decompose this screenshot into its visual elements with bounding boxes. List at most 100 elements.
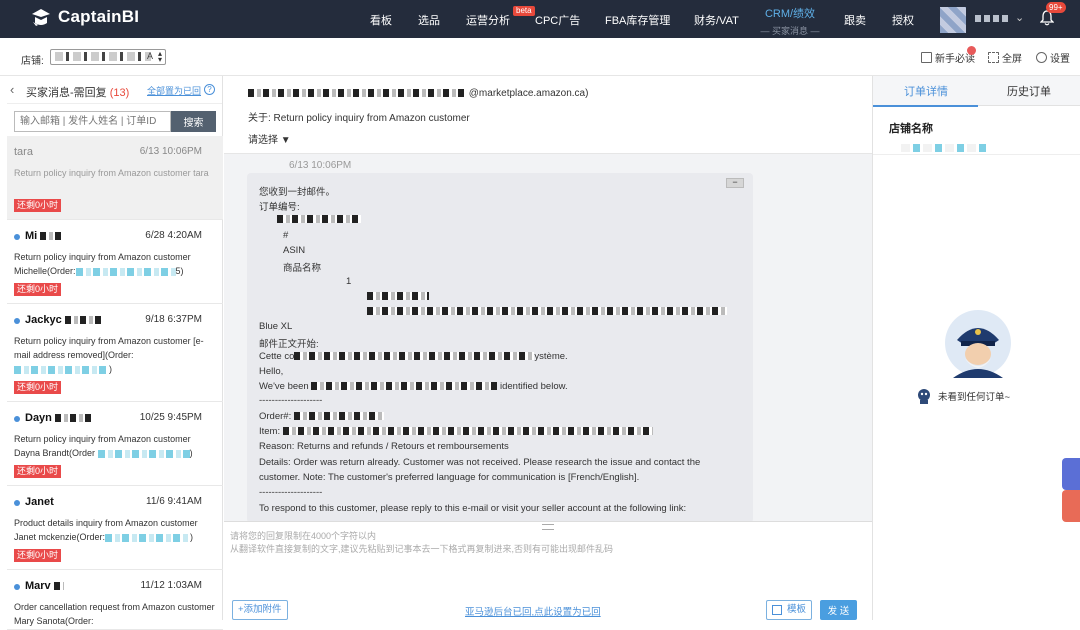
shop-select[interactable]: A ▴ ▾ (50, 49, 166, 65)
template-button[interactable]: 模板 (766, 600, 812, 620)
time-left-badge: 还剩0小时 (14, 465, 62, 478)
shop-select-suffix: A (147, 51, 154, 61)
message-date: 11/6 9:41AM (146, 496, 202, 507)
body-line: Blue XL (259, 321, 293, 332)
gift-icon[interactable] (1062, 490, 1080, 522)
captain-logo-icon (30, 6, 52, 28)
message-snippet: Return policy inquiry from Amazon custom… (14, 434, 193, 458)
gear-icon (1036, 52, 1047, 63)
message-timestamp: 6/13 10:06PM (289, 160, 352, 171)
body-line: # (283, 230, 289, 241)
shop-select-value (55, 52, 151, 61)
list-item[interactable]: Janet 11/6 9:41AM Product details inquir… (7, 486, 223, 570)
fullscreen-icon (988, 52, 999, 63)
message-snippet: Return policy inquiry from Amazon custom… (14, 168, 209, 178)
settings-button[interactable]: 设置 (1036, 50, 1070, 65)
nav-authorization[interactable]: 授权 (892, 12, 914, 28)
collapse-button[interactable]: − (726, 178, 744, 188)
body-line: -------------------- (259, 487, 323, 498)
shop-label: 店铺: (21, 56, 44, 67)
order-tabs: 订单详情 历史订单 (873, 76, 1080, 107)
body-line: Order#: (259, 411, 384, 422)
body-line: 商品名称 (283, 263, 322, 274)
add-attachment-button[interactable]: +添加附件 (232, 600, 288, 620)
mark-all-replied-link[interactable]: 全部置为已回 (147, 84, 201, 97)
nav-finance-vat[interactable]: 财务/VAT (694, 12, 739, 28)
unread-count: (13) (109, 87, 130, 99)
nav-follow-sell[interactable]: 跟卖 (844, 12, 866, 28)
body-line: Hello, (259, 366, 284, 377)
reply-box[interactable]: 请将您的回复限制在4000个字符以内 从翻译软件直接复制的文字,建议先粘贴到记事… (224, 521, 872, 620)
tab-order-history[interactable]: 历史订单 (1007, 83, 1051, 99)
message-list: tara 6/13 10:06PM Return policy inquiry … (7, 136, 223, 630)
robot-icon (916, 387, 932, 405)
chevron-down-icon[interactable]: ⌄ (1015, 11, 1024, 24)
message-detail-panel: @marketplace.amazon.ca) 关于: Return polic… (224, 76, 872, 620)
unread-dot-icon (14, 234, 20, 240)
sender-name: Jackyc (25, 314, 103, 326)
updown-arrow-icon: ▴ ▾ (157, 49, 162, 64)
resize-handle-icon[interactable] (542, 524, 554, 530)
notification-badge: 99+ (1046, 2, 1066, 13)
nav-crm[interactable]: CRM/绩效 — 买家消息 — (757, 5, 823, 37)
empty-orders-message: 未看到任何订单~ (917, 387, 1010, 405)
shop-name-value (901, 144, 989, 152)
message-date: 9/18 6:37PM (145, 314, 202, 325)
fullscreen-button[interactable]: 全屏 (988, 50, 1022, 65)
message-snippet: Order cancellation request from Amazon c… (14, 602, 215, 626)
nav-product-selection[interactable]: 选品 (418, 12, 440, 28)
message-date: 11/12 1:03AM (140, 580, 202, 591)
list-item[interactable]: tara 6/13 10:06PM Return policy inquiry … (7, 136, 223, 220)
mail-recipient: @marketplace.amazon.ca) (248, 88, 588, 99)
reply-hint: 从翻译软件直接复制的文字,建议先粘贴到记事本去一下格式再复制进来,否则有可能出现… (230, 544, 614, 554)
time-left-badge: 还剩0小时 (14, 381, 62, 394)
search-button[interactable]: 搜索 (171, 111, 216, 132)
sender-name: Dayn (25, 412, 91, 424)
body-line: 订单编号: (259, 202, 300, 213)
caret-down-icon: ▼ (280, 135, 291, 146)
active-tab-indicator (873, 105, 978, 107)
search-bar: 搜索 (14, 111, 216, 132)
shop-name-label: 店铺名称 (889, 123, 933, 135)
body-line-redacted (367, 291, 429, 302)
unread-dot-icon (14, 584, 20, 590)
avatar[interactable] (940, 7, 966, 33)
body-line-redacted (367, 306, 727, 317)
nav-fba-inventory[interactable]: FBA库存管理 (605, 12, 670, 28)
app-logo[interactable]: CaptainBI (30, 6, 139, 28)
time-left-badge: 还剩0小时 (14, 283, 62, 296)
body-line: To respond to this customer, please repl… (259, 503, 687, 514)
search-input[interactable] (14, 111, 171, 132)
headset-icon[interactable] (1062, 458, 1080, 490)
nav-operations-analysis[interactable]: 运营分析 (466, 12, 510, 28)
nav-dashboard[interactable]: 看板 (370, 12, 392, 28)
send-button[interactable]: 发 送 (820, 600, 857, 620)
message-snippet: Return policy inquiry from Amazon custom… (14, 252, 191, 276)
list-item[interactable]: Dayn 10/25 9:45PM Return policy inquiry … (7, 402, 223, 486)
top-navbar: CaptainBI 看板 选品 运营分析 beta CPC广告 FBA库存管理 … (0, 0, 1080, 38)
body-line: customer. Note: The customer's preferred… (259, 472, 640, 483)
crm-label: CRM/绩效 (764, 8, 816, 20)
message-list-header: ‹ 买家消息-需回复 (13) 全部置为已回 ? (7, 76, 222, 104)
category-select[interactable]: 请选择 ▼ (248, 131, 291, 146)
fullscreen-label: 全屏 (1002, 54, 1022, 65)
sender-name: tara (14, 146, 33, 158)
help-icon[interactable]: ? (204, 84, 215, 95)
time-left-badge: 还剩0小时 (14, 199, 62, 212)
mark-replied-link[interactable]: 亚马逊后台已回,点此设置为已回 (465, 604, 601, 618)
body-line: ASIN (283, 245, 306, 256)
back-arrow-icon[interactable]: ‹ (10, 82, 14, 97)
mail-subject: 关于: Return policy inquiry from Amazon cu… (248, 113, 470, 124)
body-line: 邮件正文开始: (259, 339, 319, 350)
tab-order-details[interactable]: 订单详情 (904, 83, 948, 99)
message-date: 10/25 9:45PM (139, 412, 202, 423)
order-panel: 订单详情 历史订单 店铺名称 未看到任何订单~ (872, 76, 1080, 620)
body-line: -------------------- (259, 395, 323, 406)
list-title: 买家消息-需回复 (13) (26, 87, 130, 99)
message-list-panel: ‹ 买家消息-需回复 (13) 全部置为已回 ? 搜索 tara 6/13 10… (7, 76, 223, 630)
nav-cpc-ads[interactable]: CPC广告 (535, 12, 580, 28)
list-item[interactable]: Mi 6/28 4:20AM Return policy inquiry fro… (7, 220, 223, 304)
list-item[interactable]: Marv 11/12 1:03AM Order cancellation req… (7, 570, 223, 630)
list-item[interactable]: Jackyc 9/18 6:37PM Return policy inquiry… (7, 304, 223, 402)
user-name[interactable] (975, 15, 1009, 22)
